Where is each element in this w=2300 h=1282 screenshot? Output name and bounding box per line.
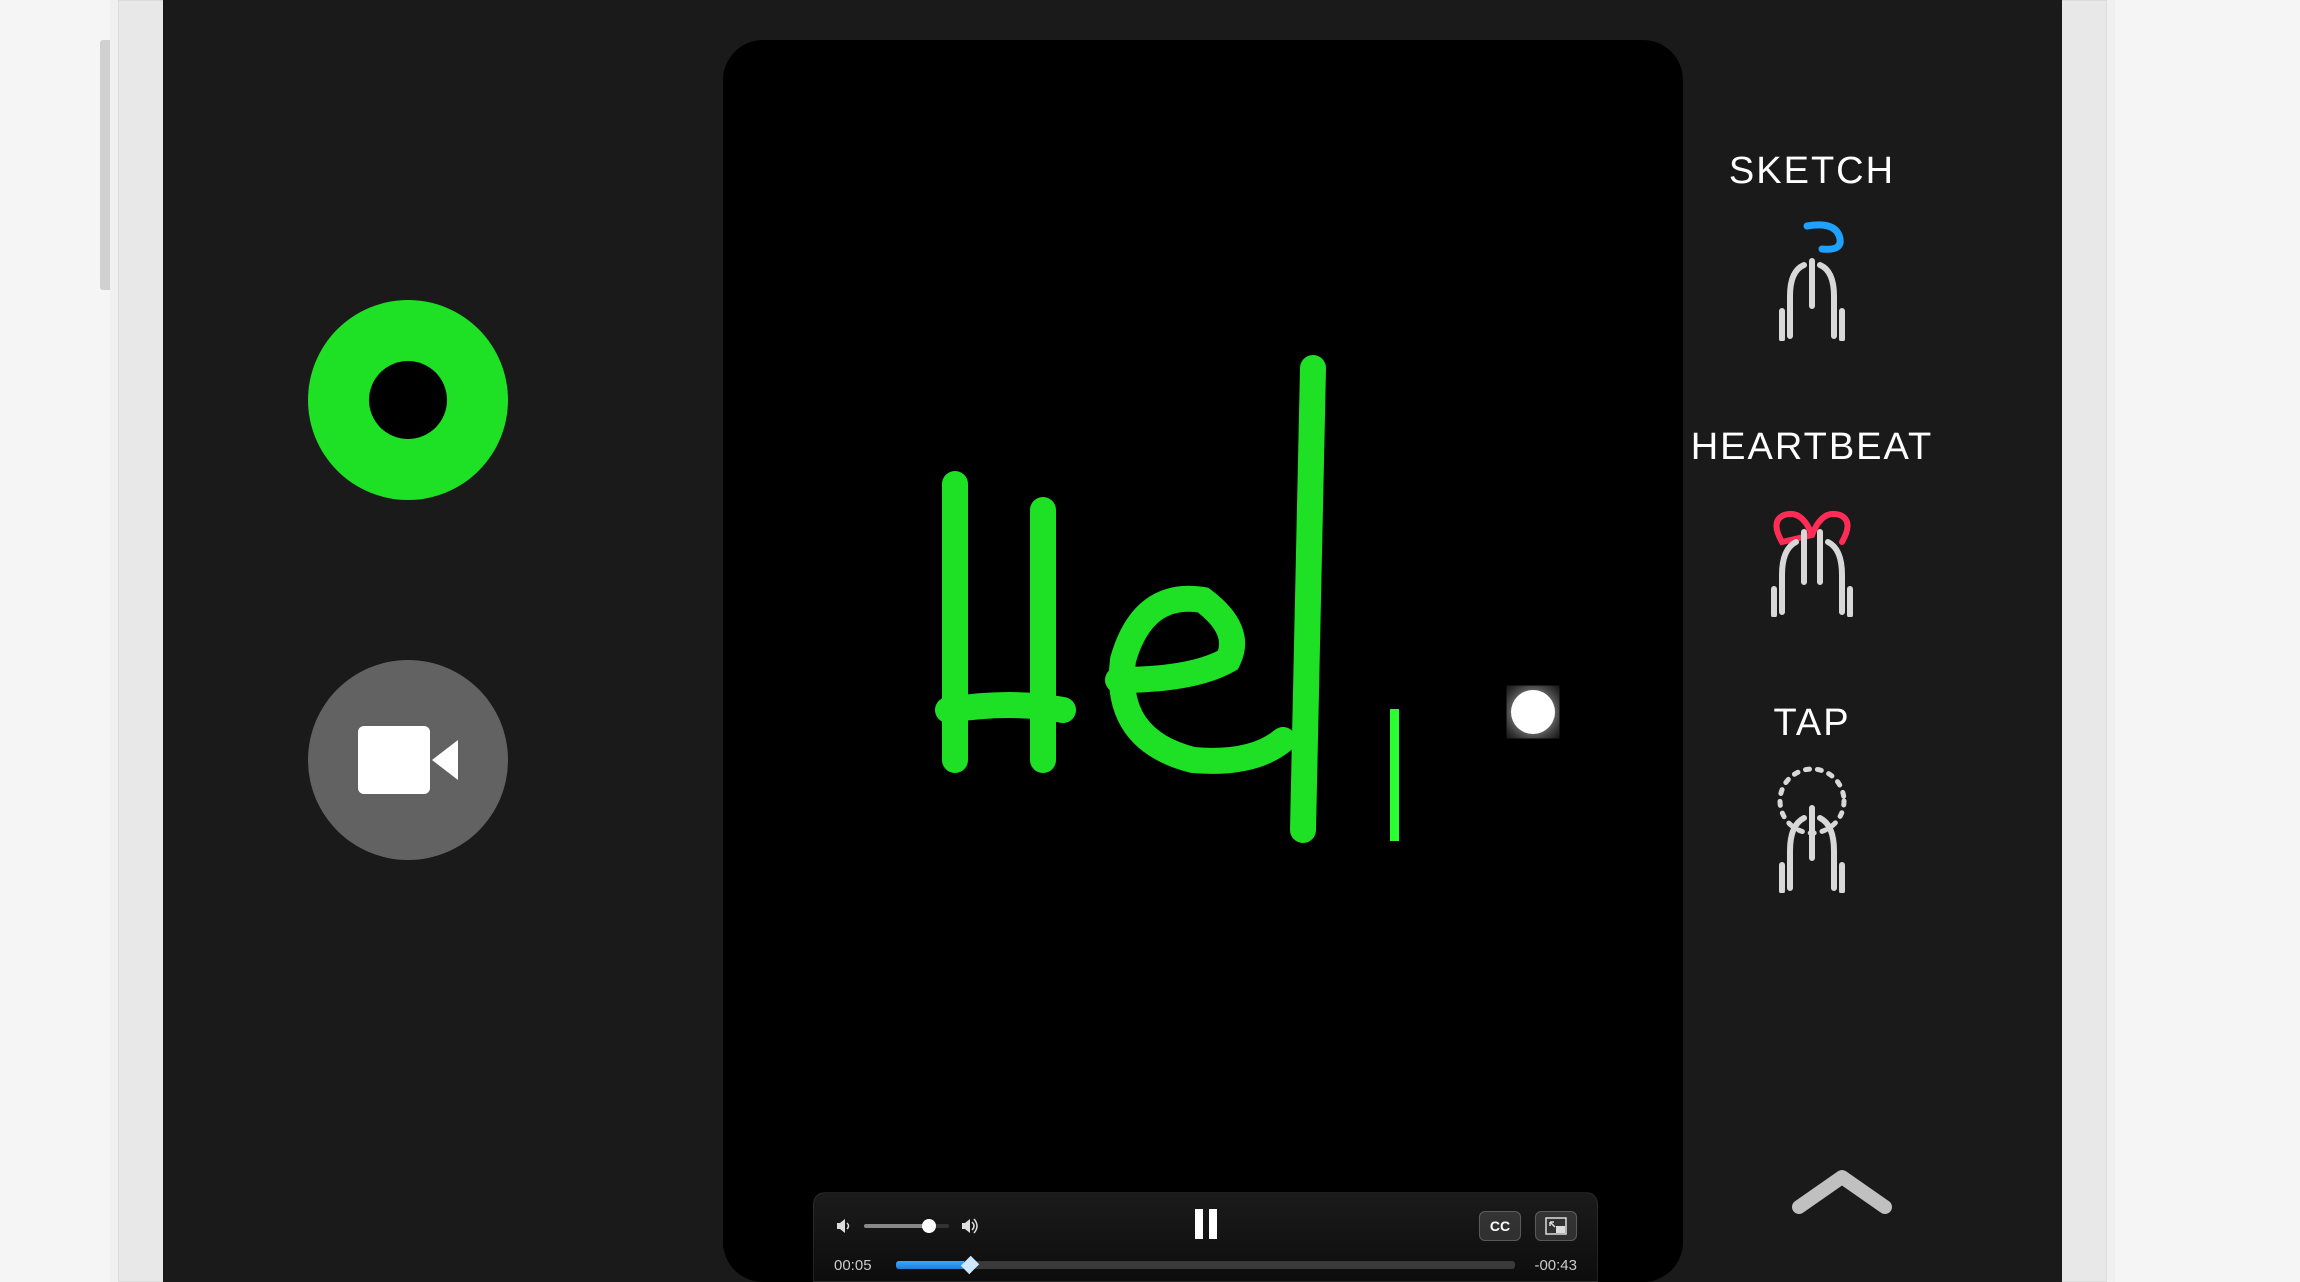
gesture-heartbeat-label: HEARTBEAT: [1691, 426, 1934, 469]
sketch-gesture-icon: [1752, 211, 1872, 341]
pip-icon: [1545, 1217, 1567, 1235]
video-controls: CC 00:05 -00:43: [813, 1192, 1598, 1282]
heartbeat-gesture-icon: [1752, 487, 1872, 617]
closed-captions-button[interactable]: CC: [1479, 1211, 1521, 1241]
sketch-drawing: [723, 40, 1683, 1282]
time-remaining: -00:43: [1529, 1257, 1577, 1274]
gesture-tap[interactable]: TAP: [1752, 702, 1872, 893]
play-pause-button[interactable]: [1191, 1207, 1221, 1245]
progress-track[interactable]: [896, 1261, 1515, 1269]
chevron-up-icon: [1787, 1162, 1897, 1222]
pip-button[interactable]: [1535, 1211, 1577, 1241]
tap-gesture-icon: [1752, 763, 1872, 893]
volume-slider[interactable]: [864, 1224, 949, 1228]
pause-icon: [1191, 1207, 1221, 1241]
time-elapsed: 00:05: [834, 1257, 882, 1274]
gesture-guide: SKETCH HEARTBEAT TAP: [1662, 150, 1962, 893]
device-side-button: [100, 40, 110, 290]
drawing-canvas[interactable]: [723, 40, 1683, 1282]
gesture-sketch[interactable]: SKETCH: [1729, 150, 1895, 341]
gesture-tap-label: TAP: [1773, 702, 1850, 745]
color-ring-hole: [369, 361, 447, 439]
color-picker-button[interactable]: [308, 300, 508, 500]
app-screen: SKETCH HEARTBEAT TAP: [163, 0, 2062, 1282]
camera-icon: [358, 726, 458, 794]
expand-panel-button[interactable]: [1787, 1162, 1897, 1227]
cc-label: CC: [1490, 1218, 1510, 1234]
volume-low-icon: [834, 1216, 854, 1236]
left-tools: [308, 305, 508, 860]
volume-high-icon: [959, 1216, 981, 1236]
progress-fill: [896, 1261, 964, 1269]
progress-thumb[interactable]: [961, 1256, 979, 1274]
camera-button[interactable]: [308, 660, 508, 860]
gesture-sketch-label: SKETCH: [1729, 150, 1895, 193]
volume-control[interactable]: [834, 1216, 981, 1236]
device-frame: SKETCH HEARTBEAT TAP: [110, 0, 2115, 1282]
volume-thumb[interactable]: [922, 1219, 936, 1233]
gesture-heartbeat[interactable]: HEARTBEAT: [1691, 426, 1934, 617]
